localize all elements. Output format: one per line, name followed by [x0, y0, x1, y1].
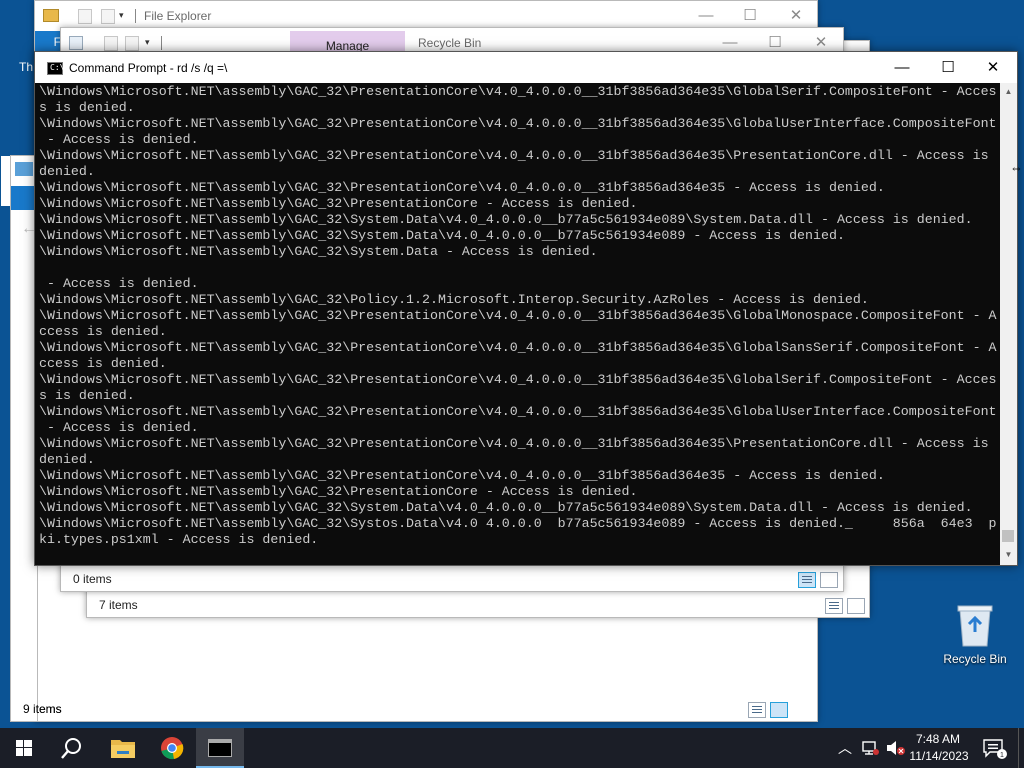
console-line: \Windows\Microsoft.NET\assembly\GAC_32\P… [39, 148, 989, 163]
chrome-taskbar-button[interactable] [148, 728, 196, 768]
console-line: \Windows\Microsoft.NET\assembly\GAC_32\P… [39, 468, 885, 483]
console-line: \Windows\Microsoft.NET\assembly\GAC_32\S… [39, 516, 997, 531]
console-line: \Windows\Microsoft.NET\assembly\GAC_32\P… [39, 180, 885, 195]
console-line: \Windows\Microsoft.NET\assembly\GAC_32\P… [39, 372, 997, 387]
minimize-button[interactable]: — [879, 52, 925, 83]
details-view-button[interactable] [798, 572, 816, 588]
window-title: Recycle Bin [418, 36, 482, 50]
chevron-up-icon[interactable]: ︿ [838, 738, 852, 758]
console-line: \Windows\Microsoft.NET\assembly\GAC_32\S… [39, 212, 973, 227]
recycle-bin-label: Recycle Bin [943, 652, 1007, 666]
status-bar: 7 items [87, 593, 869, 617]
recycle-bin-desktop-icon[interactable]: Recycle Bin [940, 600, 1010, 672]
console-line: \Windows\Microsoft.NET\assembly\GAC_32\P… [39, 116, 997, 131]
volume-icon[interactable] [886, 740, 906, 756]
vertical-scrollbar[interactable]: ▲ ▼ [1000, 83, 1017, 565]
svg-text:1: 1 [1000, 752, 1004, 759]
chrome-icon [161, 737, 184, 760]
console-line: \Windows\Microsoft.NET\assembly\GAC_32\S… [39, 244, 598, 259]
cmd-taskbar-button[interactable] [196, 728, 244, 768]
console-line: \Windows\Microsoft.NET\assembly\GAC_32\P… [39, 340, 997, 355]
details-view-button[interactable] [825, 598, 843, 614]
console-line: \Windows\Microsoft.NET\assembly\GAC_32\P… [39, 436, 989, 451]
cmd-titlebar[interactable]: C:\ Command Prompt - rd /s /q =\ — ☐ ✕ [35, 52, 1017, 83]
network-icon[interactable] [862, 740, 880, 756]
computer-icon [15, 162, 33, 176]
close-button[interactable]: ✕ [970, 52, 1016, 83]
console-line: \Windows\Microsoft.NET\assembly\GAC_32\P… [39, 308, 997, 323]
scroll-up-arrow-icon[interactable]: ▲ [1000, 83, 1017, 100]
show-desktop-button[interactable] [1018, 728, 1024, 768]
terminal-icon: C:\ [47, 62, 64, 75]
chevron-down-icon[interactable]: ▾ [119, 10, 124, 21]
status-bar: 9 items [23, 697, 817, 721]
console-line: denied. [39, 164, 95, 179]
desktop-partial-label: Th [19, 60, 34, 74]
properties-qa-icon[interactable] [78, 9, 92, 24]
new-folder-qa-icon[interactable] [101, 9, 115, 24]
scroll-down-arrow-icon[interactable]: ▼ [1000, 546, 1017, 563]
console-line: s is denied. [39, 100, 135, 115]
chevron-down-icon[interactable]: ▾ [145, 37, 150, 48]
console-line: ccess is denied. [39, 324, 167, 339]
console-line: \Windows\Microsoft.NET\assembly\GAC_32\P… [39, 84, 997, 99]
console-line: - Access is denied. [39, 132, 199, 147]
titlebar-divider [161, 36, 162, 50]
search-icon [61, 738, 81, 759]
scroll-thumb[interactable] [1002, 530, 1014, 542]
window-title: File Explorer [144, 9, 212, 23]
taskbar: ︿ 7:48 AM 11/14/2023 1 [0, 728, 1024, 768]
clock-date[interactable]: 11/14/2023 [906, 749, 972, 763]
maximize-button[interactable]: ☐ [925, 52, 971, 83]
console-line: - Access is denied. [39, 276, 199, 291]
windows-logo-icon [16, 740, 32, 756]
console-line: \Windows\Microsoft.NET\assembly\GAC_32\S… [39, 500, 973, 515]
window-title: Command Prompt - rd /s /q =\ [69, 61, 228, 75]
console-line: \Windows\Microsoft.NET\assembly\GAC_32\P… [39, 484, 638, 499]
new-folder-qa-icon[interactable] [125, 36, 139, 51]
item-count: 0 items [73, 572, 112, 586]
console-line: - Access is denied. [39, 420, 199, 435]
folder-icon [111, 740, 135, 758]
large-icons-view-button[interactable] [820, 572, 838, 588]
clock-time[interactable]: 7:48 AM [910, 732, 966, 746]
large-icons-view-button[interactable] [847, 598, 865, 614]
notification-icon[interactable]: 1 [983, 739, 1007, 759]
resize-cursor-icon: ⇔ [1010, 160, 1023, 175]
details-view-button[interactable] [748, 702, 766, 718]
start-button[interactable] [0, 728, 48, 768]
large-icons-view-button[interactable] [770, 702, 788, 718]
console-line: denied. [39, 452, 95, 467]
ribbon-tab-file[interactable]: F [35, 31, 63, 53]
file-explorer-taskbar-button[interactable] [98, 728, 146, 768]
terminal-icon [208, 739, 232, 757]
item-count: 7 items [99, 598, 138, 612]
titlebar-divider [135, 9, 136, 23]
recycle-bin-small-icon [69, 36, 83, 50]
status-bar: 0 items [61, 567, 843, 591]
recycle-bin-icon [957, 605, 993, 647]
console-line: \Windows\Microsoft.NET\assembly\GAC_32\S… [39, 228, 845, 243]
item-count: 9 items [23, 702, 62, 716]
search-button[interactable] [48, 728, 96, 768]
folder-icon [43, 9, 59, 22]
command-prompt-window[interactable]: C:\ Command Prompt - rd /s /q =\ — ☐ ✕ \… [34, 51, 1018, 566]
console-output[interactable]: \Windows\Microsoft.NET\assembly\GAC_32\P… [39, 84, 999, 564]
properties-qa-icon[interactable] [104, 36, 118, 51]
console-line: \Windows\Microsoft.NET\assembly\GAC_32\P… [39, 404, 997, 419]
console-line: \Windows\Microsoft.NET\assembly\GAC_32\P… [39, 292, 869, 307]
console-line: \Windows\Microsoft.NET\assembly\GAC_32\P… [39, 196, 638, 211]
console-line: ki.types.ps1xml - Access is denied. [39, 532, 319, 547]
console-line: ccess is denied. [39, 356, 167, 371]
console-line: s is denied. [39, 388, 135, 403]
